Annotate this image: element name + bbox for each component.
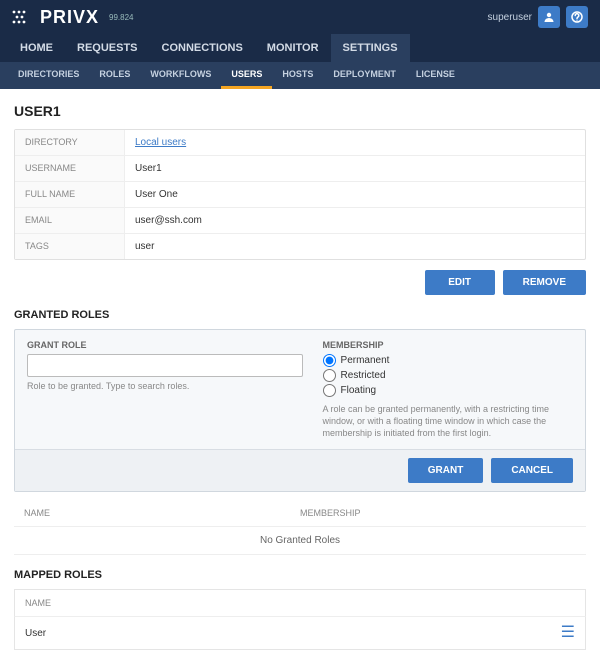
secondary-nav: DIRECTORIES ROLES WORKFLOWS USERS HOSTS … — [0, 62, 600, 89]
membership-option-permanent[interactable]: Permanent — [323, 354, 573, 367]
user-icon[interactable] — [538, 6, 560, 28]
subnav-deployment[interactable]: DEPLOYMENT — [323, 62, 406, 89]
label-email: EMAIL — [15, 208, 125, 233]
menu-icon[interactable]: ☰ — [561, 625, 575, 641]
subnav-roles[interactable]: ROLES — [89, 62, 140, 89]
membership-label: MEMBERSHIP — [323, 340, 573, 350]
col-membership: MEMBERSHIP — [300, 508, 576, 518]
subnav-workflows[interactable]: WORKFLOWS — [140, 62, 221, 89]
mapped-roles-heading: MAPPED ROLES — [14, 569, 586, 581]
grant-role-input[interactable] — [27, 354, 303, 377]
membership-option-floating[interactable]: Floating — [323, 384, 573, 397]
subnav-hosts[interactable]: HOSTS — [272, 62, 323, 89]
subnav-license[interactable]: LICENSE — [406, 62, 465, 89]
radio-floating[interactable] — [323, 384, 336, 397]
mapped-roles-table-header: NAME — [14, 589, 586, 617]
grant-role-help: Role to be granted. Type to search roles… — [27, 381, 303, 391]
mapped-col-name: NAME — [25, 598, 575, 608]
value-username: User1 — [125, 156, 585, 181]
logo-icon — [12, 10, 34, 24]
nav-home[interactable]: HOME — [8, 34, 65, 62]
label-tags: TAGS — [15, 234, 125, 259]
radio-restricted[interactable] — [323, 369, 336, 382]
mapped-role-name: User — [25, 628, 46, 639]
label-username: USERNAME — [15, 156, 125, 181]
help-icon[interactable] — [566, 6, 588, 28]
grant-button[interactable]: GRANT — [408, 458, 484, 483]
granted-roles-heading: GRANTED ROLES — [14, 309, 586, 321]
primary-nav: HOME REQUESTS CONNECTIONS MONITOR SETTIN… — [0, 34, 600, 62]
edit-button[interactable]: EDIT — [425, 270, 495, 295]
page-title: USER1 — [14, 103, 586, 119]
cancel-button[interactable]: CANCEL — [491, 458, 573, 483]
label-fullname: FULL NAME — [15, 182, 125, 207]
membership-option-restricted[interactable]: Restricted — [323, 369, 573, 382]
table-row: User ☰ — [14, 617, 586, 650]
col-name: NAME — [24, 508, 300, 518]
current-user-label: superuser — [488, 12, 532, 23]
granted-roles-empty: No Granted Roles — [14, 527, 586, 555]
membership-description: A role can be granted permanently, with … — [323, 403, 573, 439]
subnav-directories[interactable]: DIRECTORIES — [8, 62, 89, 89]
subnav-users[interactable]: USERS — [221, 62, 272, 89]
user-details-panel: DIRECTORY Local users USERNAME User1 FUL… — [14, 129, 586, 260]
grant-role-label: GRANT ROLE — [27, 340, 303, 350]
brand-name: PRIVX — [40, 7, 99, 28]
radio-permanent[interactable] — [323, 354, 336, 367]
value-email: user@ssh.com — [125, 208, 585, 233]
remove-button[interactable]: REMOVE — [503, 270, 586, 295]
top-bar: PRIVX 99.824 superuser HOME REQUESTS CON… — [0, 0, 600, 89]
page-content: USER1 DIRECTORY Local users USERNAME Use… — [0, 89, 600, 670]
nav-settings[interactable]: SETTINGS — [331, 34, 410, 62]
value-fullname: User One — [125, 182, 585, 207]
nav-requests[interactable]: REQUESTS — [65, 34, 150, 62]
label-directory: DIRECTORY — [15, 130, 125, 155]
grant-role-panel: GRANT ROLE Role to be granted. Type to s… — [14, 329, 586, 492]
brand-version: 99.824 — [109, 13, 133, 22]
nav-connections[interactable]: CONNECTIONS — [150, 34, 255, 62]
logo: PRIVX 99.824 — [12, 7, 134, 28]
value-tags: user — [125, 234, 585, 259]
value-directory-link[interactable]: Local users — [135, 137, 186, 148]
granted-roles-table-header: NAME MEMBERSHIP — [14, 500, 586, 527]
nav-monitor[interactable]: MONITOR — [255, 34, 331, 62]
